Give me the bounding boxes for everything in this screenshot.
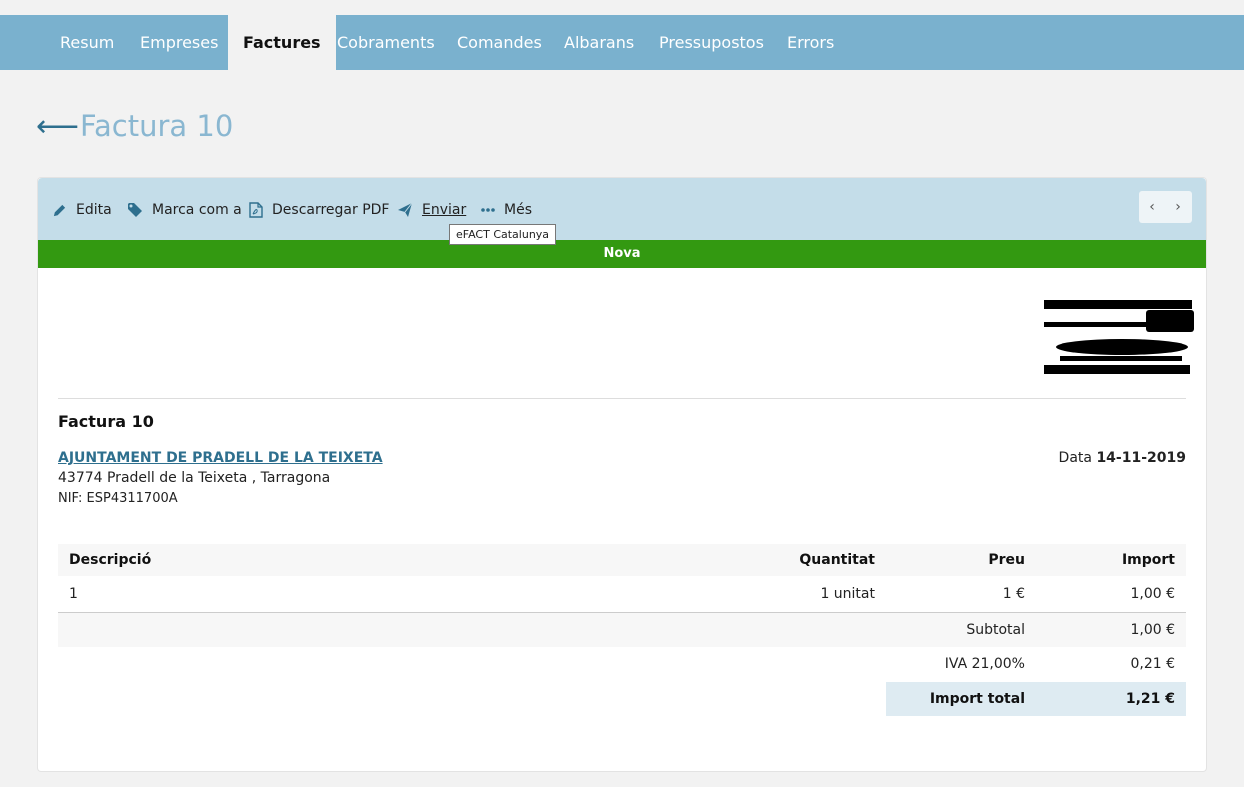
total-label: Import total — [929, 691, 1025, 707]
header-amount: Import — [1121, 552, 1175, 568]
nav-item-errors[interactable]: Errors — [787, 15, 834, 70]
subtotal-row: Subtotal 1,00 € — [58, 613, 1186, 647]
row-amount: 1,00 € — [1130, 586, 1175, 602]
subtotal-value: 1,00 € — [1130, 622, 1175, 638]
row-quantity: 1 unitat — [820, 586, 875, 602]
client-name-link[interactable]: AJUNTAMENT DE PRADELL DE LA TEIXETA — [58, 450, 383, 466]
total-row: Import total 1,21 € — [886, 682, 1186, 716]
top-nav: Resum Empreses Factures Cobraments Coman… — [0, 15, 1244, 70]
edit-button[interactable]: Edita — [52, 200, 112, 220]
pencil-icon — [53, 204, 66, 216]
header-quantity: Quantitat — [799, 552, 875, 568]
mark-as-label: Marca com a — [152, 202, 242, 218]
nav-item-comandes[interactable]: Comandes — [457, 15, 542, 70]
nav-item-resum[interactable]: Resum — [60, 15, 114, 70]
client-address: 43774 Pradell de la Teixeta , Tarragona — [58, 470, 331, 486]
nav-item-factures[interactable]: Factures — [228, 15, 336, 70]
header-description: Descripció — [69, 552, 152, 568]
toolbar: Edita Marca com a Descarregar PDF Enviar… — [38, 178, 1206, 240]
client-nif: NIF: ESP4311700A — [58, 491, 178, 506]
more-label: Més — [504, 202, 532, 218]
invoice-date: Data 14-11-2019 — [1059, 450, 1186, 466]
date-label: Data — [1058, 450, 1092, 466]
tax-value: 0,21 € — [1130, 656, 1175, 672]
invoice-title: Factura 10 — [58, 412, 154, 431]
row-price: 1 € — [1002, 586, 1025, 602]
pdf-file-icon — [249, 202, 263, 218]
more-button[interactable]: Més — [481, 200, 532, 220]
chevron-right-icon[interactable]: › — [1165, 191, 1191, 223]
divider — [58, 398, 1186, 399]
page-title: Factura 10 — [80, 109, 234, 143]
table-header: Descripció Quantitat Preu Import — [58, 544, 1186, 576]
status-badge: Nova — [38, 240, 1206, 268]
download-pdf-label: Descarregar PDF — [272, 202, 390, 218]
send-label: Enviar — [422, 202, 467, 218]
ellipsis-icon — [481, 208, 495, 212]
header-price: Preu — [988, 552, 1025, 568]
tax-label: IVA 21,00% — [944, 656, 1025, 672]
total-value: 1,21 € — [1125, 691, 1175, 707]
tag-icon — [128, 203, 142, 217]
mark-as-button[interactable]: Marca com a — [127, 200, 242, 220]
chevron-left-icon[interactable]: ‹ — [1139, 191, 1165, 223]
send-button[interactable]: Enviar — [397, 200, 466, 220]
pager: ‹ › — [1139, 191, 1192, 223]
send-tooltip[interactable]: eFACT Catalunya — [449, 224, 557, 245]
paper-plane-icon — [398, 202, 413, 217]
arrow-left-icon[interactable]: ⟵ — [36, 110, 79, 144]
subtotal-label: Subtotal — [966, 622, 1025, 638]
nav-item-pressupostos[interactable]: Pressupostos — [659, 15, 764, 70]
edit-label: Edita — [76, 202, 112, 218]
nav-item-cobraments[interactable]: Cobraments — [337, 15, 435, 70]
invoice-card: Edita Marca com a Descarregar PDF Enviar… — [37, 177, 1207, 772]
download-pdf-button[interactable]: Descarregar PDF — [249, 200, 389, 220]
nav-item-empreses[interactable]: Empreses — [140, 15, 218, 70]
date-value: 14-11-2019 — [1096, 450, 1186, 466]
nav-item-albarans[interactable]: Albarans — [564, 15, 634, 70]
row-description: 1 — [69, 586, 78, 602]
redacted-logo-image — [1044, 300, 1194, 374]
